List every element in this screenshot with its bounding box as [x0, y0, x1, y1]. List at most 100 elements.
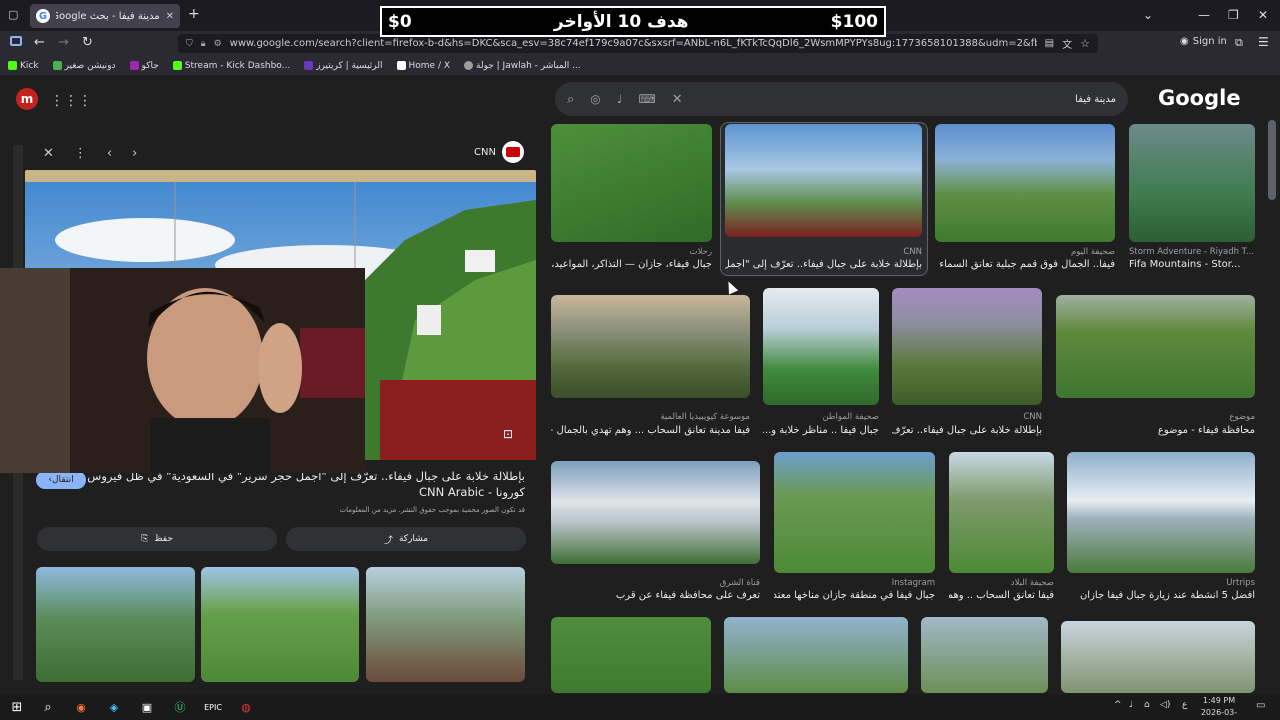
- related-thumbnail[interactable]: [201, 567, 359, 682]
- restore-icon[interactable]: ❐: [1228, 8, 1239, 22]
- minimize-icon[interactable]: —: [1198, 8, 1210, 22]
- result-image[interactable]: [921, 617, 1048, 693]
- close-icon[interactable]: ✕: [43, 146, 54, 161]
- taskbar-clock[interactable]: 1:49 PM 2026-03-16: [1196, 695, 1242, 720]
- network-icon[interactable]: ⌂: [1144, 700, 1150, 710]
- clear-icon[interactable]: ✕: [672, 92, 683, 107]
- extensions-icon[interactable]: ⧉: [1235, 36, 1243, 50]
- new-tab-button[interactable]: +: [188, 6, 200, 22]
- result-image[interactable]: [551, 124, 712, 242]
- notification-icon[interactable]: ▭: [1256, 700, 1265, 711]
- language-indicator[interactable]: ع: [1182, 700, 1187, 710]
- result-title[interactable]: جبال فيفاء، جازان — التذاكر، المواعيد، .…: [551, 259, 712, 270]
- result-image[interactable]: [724, 617, 908, 693]
- result-image[interactable]: [1067, 452, 1255, 573]
- firefox-icon[interactable]: ◉: [72, 699, 90, 715]
- cnn-logo-icon[interactable]: [502, 141, 524, 163]
- close-window-icon[interactable]: ✕: [1258, 8, 1268, 22]
- result-title[interactable]: فيفا تعانق السحاب .. وهم...: [949, 590, 1054, 601]
- search-box[interactable]: ⌕ ◎ ♩ ⌨ ✕ مدينة فيفا: [555, 82, 1128, 116]
- epic-games-icon[interactable]: EPIC: [204, 699, 222, 715]
- tab-list-icon[interactable]: ▢: [8, 8, 18, 21]
- result-image[interactable]: [774, 452, 935, 573]
- reader-view-icon[interactable]: ▤: [1045, 38, 1054, 49]
- result-title[interactable]: تعرف على محافظة فيفاء عن قرب: [551, 590, 760, 601]
- result-title[interactable]: فيفا مدينة تعانق السحاب ... وهم تهدي بال…: [551, 425, 750, 436]
- result-image[interactable]: [892, 288, 1042, 405]
- previous-icon[interactable]: ‹: [107, 146, 112, 161]
- result-title[interactable]: جبال فيفا في منطقة جازان مناخها معتدل ..…: [774, 590, 935, 601]
- search-icon[interactable]: ⌕: [39, 699, 57, 715]
- related-thumbnail[interactable]: [366, 567, 525, 682]
- google-logo[interactable]: Google: [1158, 86, 1241, 110]
- mic-icon[interactable]: ♩: [617, 92, 623, 106]
- copilot-icon[interactable]: ◈: [105, 699, 123, 715]
- result-image[interactable]: [725, 124, 922, 237]
- sidebar-icon[interactable]: [10, 36, 22, 46]
- tab-close-icon[interactable]: ✕: [166, 11, 174, 22]
- sign-in-button[interactable]: ◉ Sign in: [1180, 36, 1227, 47]
- menu-icon[interactable]: ☰: [1258, 35, 1269, 49]
- bookmark-item[interactable]: جولة | Jawlah - المباشر ...: [464, 61, 581, 71]
- back-icon[interactable]: ←: [34, 35, 45, 50]
- bookmark-item[interactable]: الرئيسية | كريتيرز: [304, 61, 383, 71]
- related-thumbnail[interactable]: [36, 567, 195, 682]
- windows-start-icon[interactable]: ⊞: [8, 699, 26, 715]
- obs-icon[interactable]: ◍: [237, 699, 255, 715]
- bookmark-item[interactable]: Home / X: [396, 61, 450, 71]
- bookmark-star-icon[interactable]: ☆: [1080, 37, 1090, 50]
- volume-icon[interactable]: ◁): [1160, 700, 1170, 710]
- browser-tab[interactable]: G مدينة فيفا - بحث Google ✕: [30, 4, 180, 28]
- next-icon[interactable]: ›: [132, 146, 137, 161]
- result-source: موسوعة كيويبيديا العالمية: [660, 412, 750, 422]
- search-input[interactable]: مدينة فيفا: [699, 94, 1116, 105]
- bookmark-item[interactable]: Kick: [8, 61, 39, 71]
- forward-icon[interactable]: →: [58, 35, 69, 50]
- visit-button[interactable]: ‹ انتقال: [36, 471, 86, 489]
- tab-overflow-icon[interactable]: ⌄: [1143, 8, 1153, 22]
- result-title[interactable]: جبال فيفا .. مناظر خلابة و...: [763, 425, 879, 436]
- result-image[interactable]: [935, 124, 1115, 242]
- result-image[interactable]: [551, 295, 750, 398]
- tray-overflow-icon[interactable]: ^: [1114, 700, 1122, 710]
- mic-icon[interactable]: ♩: [1129, 700, 1133, 710]
- shield-icon[interactable]: ⛉: [186, 39, 193, 49]
- result-image[interactable]: [551, 617, 711, 693]
- apps-grid-icon[interactable]: ⋮⋮⋮: [50, 93, 92, 109]
- lock-icon[interactable]: 🔒︎: [201, 39, 206, 49]
- bookmark-item[interactable]: دونيشن صغير: [52, 61, 116, 71]
- page-scrollbar[interactable]: [1268, 120, 1276, 200]
- keyboard-icon[interactable]: ⌨: [638, 92, 655, 106]
- bookmark-item[interactable]: Stream - Kick Dashbo...: [172, 61, 290, 71]
- google-favicon-icon: G: [36, 9, 50, 23]
- result-title[interactable]: افضل 5 انشطة عند زيارة جبال فيفا جازان: [1067, 590, 1255, 601]
- result-title[interactable]: فيفا.. الجمال فوق قمم جبلية تعانق السماء: [935, 259, 1115, 270]
- avatar[interactable]: m: [16, 88, 38, 110]
- save-button[interactable]: ⎘ حفظ: [37, 527, 277, 551]
- result-image[interactable]: [763, 288, 879, 405]
- search-icon[interactable]: ⌕: [567, 92, 574, 107]
- lens-icon[interactable]: ◎: [590, 92, 600, 106]
- result-title[interactable]: محافظة فيفاء - موضوع: [1056, 425, 1255, 436]
- result-image[interactable]: [1129, 124, 1255, 242]
- more-options-icon[interactable]: ⋮: [74, 146, 87, 161]
- bookmark-item[interactable]: جاكو: [129, 61, 159, 71]
- result-image[interactable]: [1061, 621, 1255, 693]
- result-source: Instagram: [891, 578, 935, 588]
- lens-search-icon[interactable]: ⊡: [503, 427, 513, 441]
- share-button[interactable]: ⤴ مشاركة: [286, 527, 526, 551]
- visit-label: انتقال: [52, 475, 74, 485]
- result-title[interactable]: بإطلالة خلابة على جبال فيفاء.. تعرّف...: [892, 425, 1042, 436]
- kick-icon: [172, 61, 182, 70]
- result-image[interactable]: [551, 461, 760, 564]
- permissions-icon[interactable]: ⚙: [214, 39, 222, 49]
- result-title[interactable]: بإطلالة خلابة على جبال فيفاء.. تعرّف إلى…: [725, 259, 922, 270]
- preview-source[interactable]: CNN: [474, 147, 496, 158]
- result-title[interactable]: Fifa Mountains - Stor...: [1129, 259, 1255, 270]
- result-image[interactable]: [949, 452, 1054, 573]
- store-icon[interactable]: ▣: [138, 699, 156, 715]
- translate-icon[interactable]: 文: [1062, 36, 1072, 51]
- reload-icon[interactable]: ↻: [82, 35, 93, 50]
- app-icon[interactable]: Ⓤ: [171, 699, 189, 715]
- result-image[interactable]: [1056, 295, 1255, 398]
